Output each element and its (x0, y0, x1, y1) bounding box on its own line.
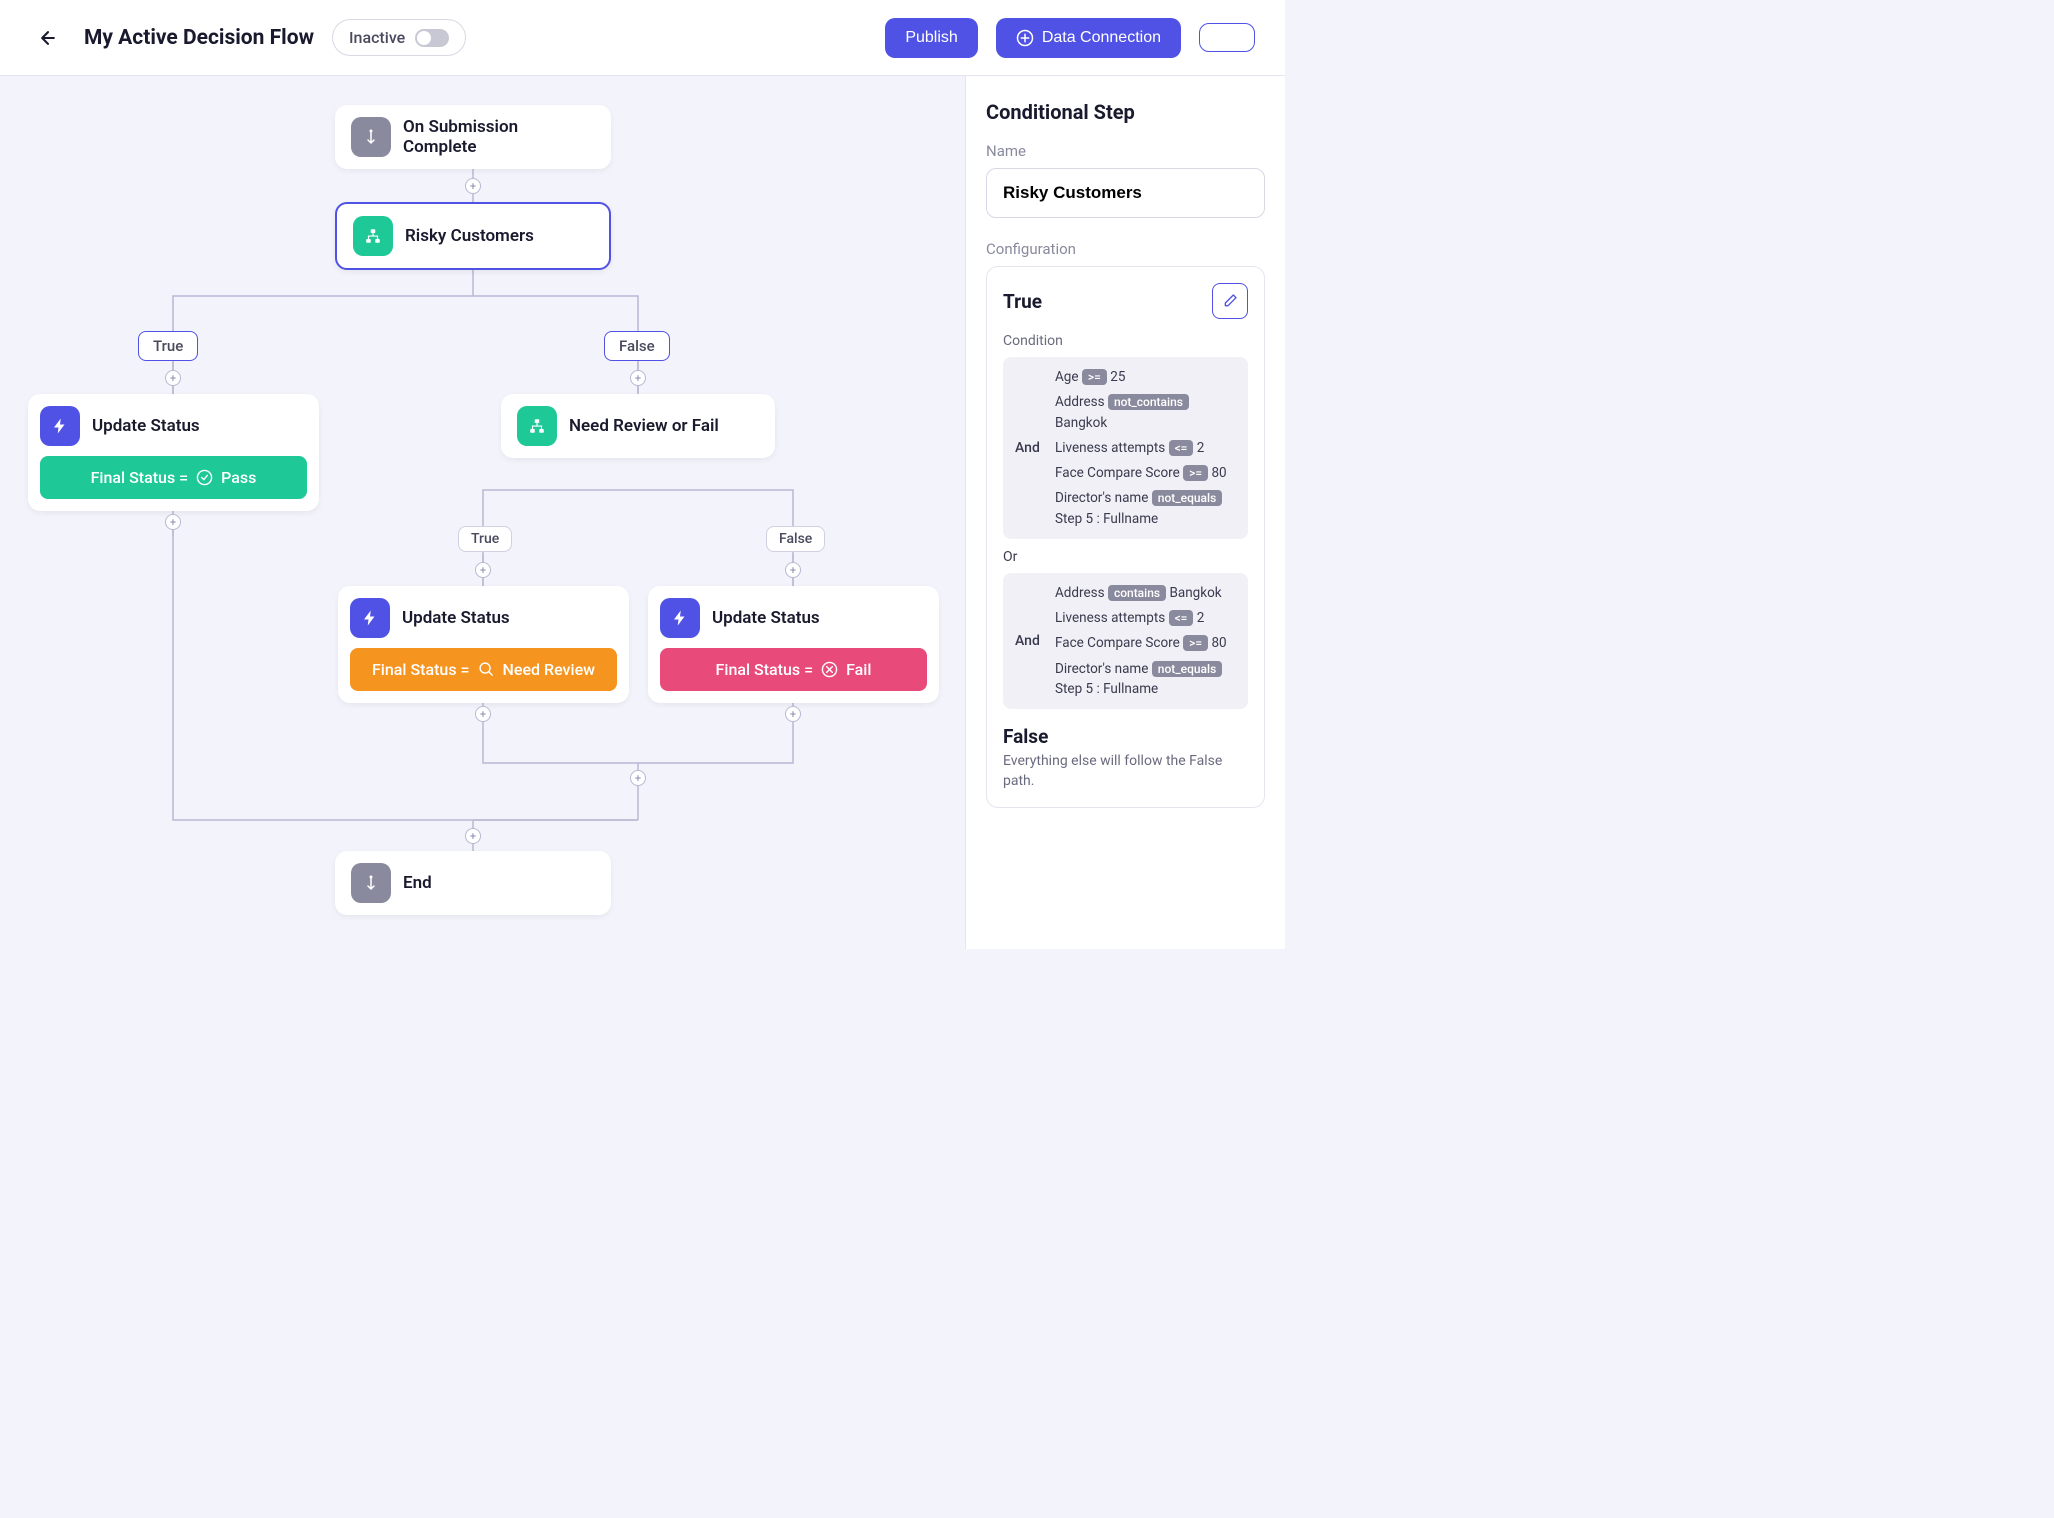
node-title: Update Status (402, 608, 510, 628)
lightning-icon (660, 598, 700, 638)
page-title: My Active Decision Flow (84, 26, 314, 50)
condition-line: Director's name not_equals Step 5 : Full… (1055, 659, 1236, 700)
node-title: End (403, 873, 432, 893)
condition-line: Face Compare Score >= 80 (1055, 463, 1236, 483)
add-node-button[interactable]: + (165, 370, 181, 386)
sidebar: Conditional Step Name Configuration True… (965, 76, 1285, 949)
node-need-review[interactable]: Need Review or Fail (501, 394, 775, 458)
node-start[interactable]: On Submission Complete (335, 105, 611, 169)
condition-line: Age >= 25 (1055, 367, 1236, 387)
condition-line: Director's name not_equals Step 5 : Full… (1055, 488, 1236, 529)
add-node-button[interactable]: + (475, 562, 491, 578)
sidebar-title: Conditional Step (986, 100, 1265, 124)
false-heading: False (1003, 725, 1248, 748)
true-heading: True (1003, 290, 1042, 313)
name-label: Name (986, 142, 1265, 160)
condition-line: Address not_contains Bangkok (1055, 392, 1236, 433)
status-fail-bar: Final Status = Fail (660, 648, 927, 691)
back-button[interactable] (30, 20, 66, 56)
add-node-button[interactable]: + (465, 178, 481, 194)
data-connection-button[interactable]: Data Connection (996, 18, 1181, 58)
more-button[interactable] (1199, 23, 1255, 52)
lightning-icon (350, 598, 390, 638)
and-operator: And (1015, 440, 1045, 456)
condition-line: Address contains Bangkok (1055, 583, 1236, 603)
config-box: True Condition And Age >= 25 Address not… (986, 266, 1265, 808)
condition-block-1: And Age >= 25 Address not_contains Bangk… (1003, 357, 1248, 539)
pencil-icon (1222, 293, 1238, 309)
node-title: Update Status (92, 416, 200, 436)
add-node-button[interactable]: + (465, 828, 481, 844)
add-node-button[interactable]: + (165, 514, 181, 530)
end-icon (351, 863, 391, 903)
branch-false-label[interactable]: False (766, 526, 825, 552)
flow-canvas[interactable]: On Submission Complete + Risky Customers… (0, 76, 965, 949)
false-description: Everything else will follow the False pa… (1003, 752, 1248, 791)
publish-button[interactable]: Publish (885, 18, 977, 58)
add-node-button[interactable]: + (785, 706, 801, 722)
start-icon (351, 117, 391, 157)
add-node-button[interactable]: + (785, 562, 801, 578)
header: My Active Decision Flow Inactive Publish… (0, 0, 1285, 76)
branch-true-label[interactable]: True (458, 526, 512, 552)
branch-false-label[interactable]: False (604, 331, 670, 361)
or-operator: Or (1003, 549, 1248, 565)
condition-line: Face Compare Score >= 80 (1055, 633, 1236, 653)
name-input[interactable] (986, 168, 1265, 218)
status-pass-bar: Final Status = Pass (40, 456, 307, 499)
node-title: On Submission Complete (403, 117, 595, 157)
status-text: Inactive (349, 28, 405, 47)
node-update-status-pass[interactable]: Update Status Final Status = Pass (28, 394, 319, 511)
add-node-button[interactable]: + (475, 706, 491, 722)
node-title: Need Review or Fail (569, 416, 719, 436)
branch-true-label[interactable]: True (138, 331, 198, 361)
node-end[interactable]: End (335, 851, 611, 915)
branch-icon (517, 406, 557, 446)
condition-block-2: And Address contains Bangkok Liveness at… (1003, 573, 1248, 709)
and-operator: And (1015, 633, 1045, 649)
condition-label: Condition (1003, 333, 1248, 349)
arrow-left-icon (38, 28, 58, 48)
edit-button[interactable] (1212, 283, 1248, 319)
node-title: Update Status (712, 608, 820, 628)
condition-line: Liveness attempts <= 2 (1055, 608, 1236, 628)
node-title: Risky Customers (405, 226, 534, 246)
add-node-button[interactable]: + (630, 370, 646, 386)
x-circle-icon (821, 661, 838, 678)
status-toggle[interactable] (415, 29, 449, 47)
config-label: Configuration (986, 240, 1265, 258)
status-pill: Inactive (332, 19, 466, 56)
condition-line: Liveness attempts <= 2 (1055, 438, 1236, 458)
check-circle-icon (196, 469, 213, 486)
search-icon (478, 661, 495, 678)
plus-circle-icon (1016, 29, 1034, 47)
node-update-status-fail[interactable]: Update Status Final Status = Fail (648, 586, 939, 703)
branch-icon (353, 216, 393, 256)
status-review-bar: Final Status = Need Review (350, 648, 617, 691)
add-node-button[interactable]: + (630, 770, 646, 786)
lightning-icon (40, 406, 80, 446)
node-risky-customers[interactable]: Risky Customers (335, 202, 611, 270)
node-update-status-review[interactable]: Update Status Final Status = Need Review (338, 586, 629, 703)
